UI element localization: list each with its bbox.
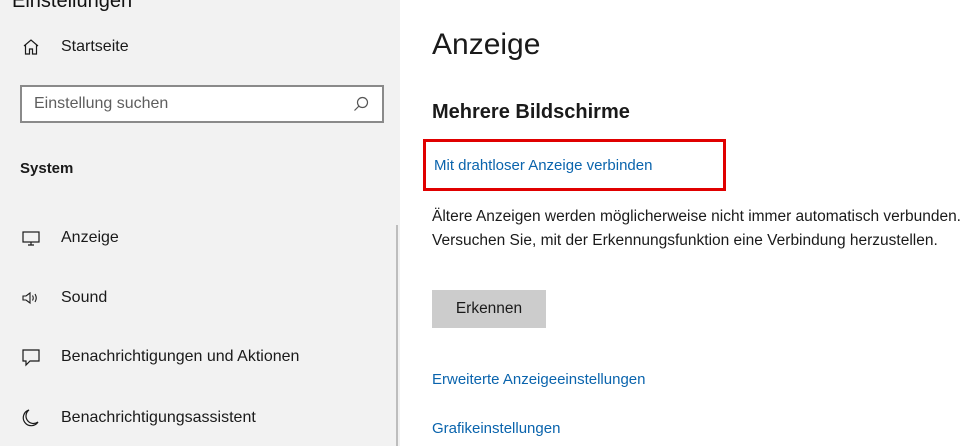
description-text: Ältere Anzeigen werden möglicherweise ni… (432, 208, 961, 249)
sidebar-item-sound[interactable]: Sound (20, 282, 107, 314)
search-field[interactable] (20, 85, 384, 123)
moon-icon (20, 407, 42, 429)
content-pane: Anzeige Mehrere Bildschirme Mit drahtlos… (400, 0, 974, 446)
home-icon (20, 36, 42, 58)
home-nav-item[interactable]: Startseite (20, 33, 129, 61)
highlight-box: Mit drahtloser Anzeige verbinden (423, 139, 726, 191)
sidebar-scrollbar[interactable] (396, 225, 398, 446)
sidebar-item-notifications[interactable]: Benachrichtigungen und Aktionen (20, 341, 299, 373)
monitor-icon (20, 227, 42, 249)
sidebar-item-label: Sound (61, 289, 108, 306)
sidebar-item-label: Anzeige (61, 229, 119, 246)
sidebar-item-display[interactable]: Anzeige (20, 222, 119, 254)
sidebar: Einstellungen Startseite System (0, 0, 400, 446)
detect-button[interactable]: Erkennen (432, 290, 546, 328)
home-label: Startseite (61, 38, 129, 55)
page-title: Anzeige (432, 28, 541, 61)
search-icon[interactable] (350, 93, 372, 115)
settings-window: Einstellungen Startseite System (0, 0, 974, 446)
section-header-system: System (20, 160, 74, 177)
graphics-settings-link[interactable]: Grafikeinstellungen (432, 420, 560, 437)
window-title: Einstellungen (12, 0, 133, 12)
section-title-multiple-displays: Mehrere Bildschirme (432, 101, 630, 123)
sidebar-item-label: Benachrichtigungsassistent (61, 409, 256, 426)
sidebar-item-label: Benachrichtigungen und Aktionen (61, 348, 300, 365)
notification-icon (20, 346, 42, 368)
connect-wireless-display-link[interactable]: Mit drahtloser Anzeige verbinden (434, 157, 652, 174)
speaker-icon (20, 287, 42, 309)
search-input[interactable] (22, 95, 350, 113)
sidebar-item-focus-assist[interactable]: Benachrichtigungsassistent (20, 402, 256, 434)
advanced-display-settings-link[interactable]: Erweiterte Anzeigeeinstellungen (432, 371, 645, 388)
